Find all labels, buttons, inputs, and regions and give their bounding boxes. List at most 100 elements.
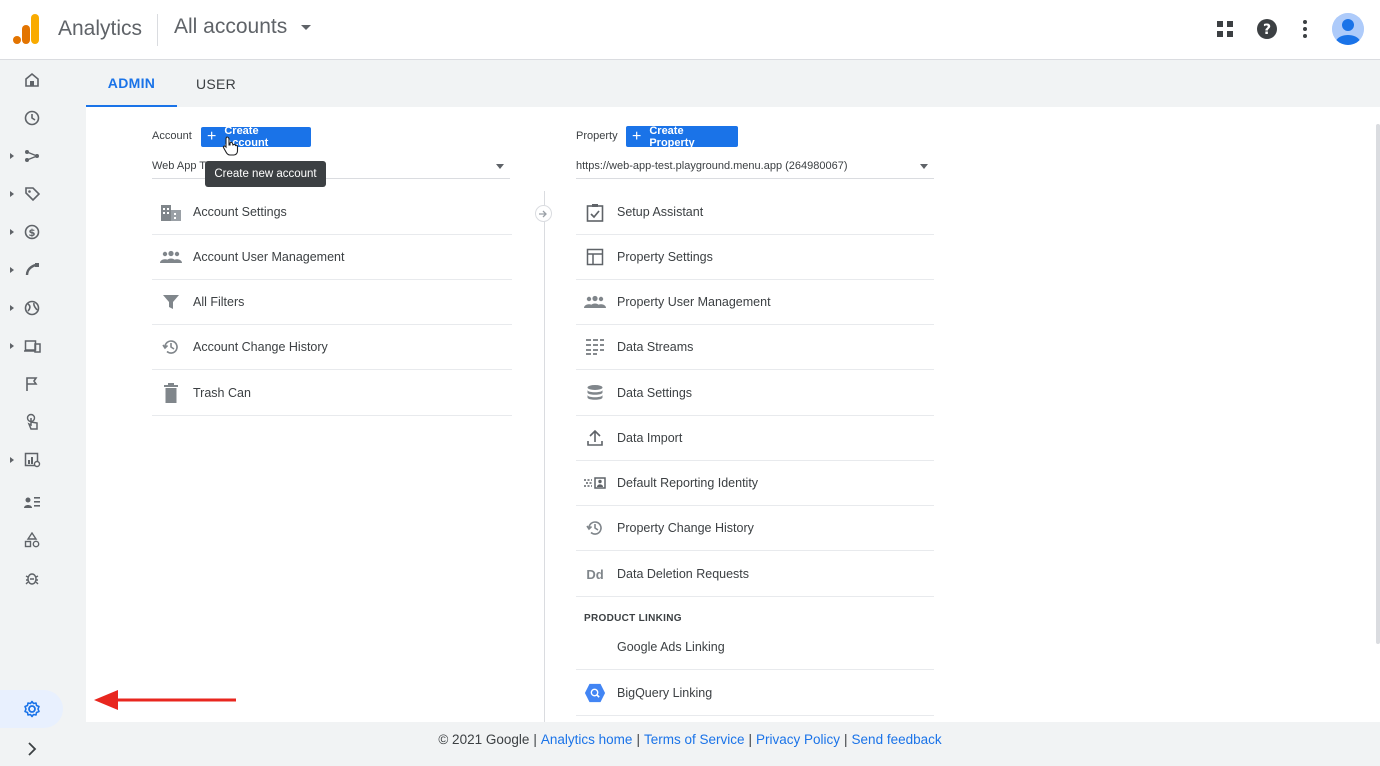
nav-audiences-list-icon[interactable] xyxy=(0,484,64,520)
header-divider xyxy=(157,14,158,46)
property-selector[interactable]: https://web-app-test.playground.menu.app… xyxy=(576,153,934,179)
caret-down-icon xyxy=(920,164,928,169)
data-settings-label: Data Settings xyxy=(617,386,693,400)
footer-link-feedback[interactable]: Send feedback xyxy=(852,732,942,747)
nav-monetization-icon[interactable]: $ xyxy=(0,214,64,250)
default-reporting-identity-item[interactable]: Default Reporting Identity xyxy=(576,461,934,506)
trash-can-item[interactable]: Trash Can xyxy=(152,371,512,416)
all-filters-item[interactable]: All Filters xyxy=(152,280,512,325)
data-import-item[interactable]: Data Import xyxy=(576,416,934,461)
create-property-label: Create Property xyxy=(649,124,695,149)
data-settings-item[interactable]: Data Settings xyxy=(576,371,934,416)
svg-text:$: $ xyxy=(29,228,36,239)
people-icon xyxy=(584,291,606,313)
property-change-history-item[interactable]: Property Change History xyxy=(576,506,934,551)
analytics-logo-icon xyxy=(13,14,39,44)
page-footer: © 2021 Google | Analytics home | Terms of Se… xyxy=(438,732,942,747)
property-column-label: Property xyxy=(576,130,618,142)
nav-retention-icon[interactable] xyxy=(0,252,64,288)
create-property-button[interactable]: + Create Property xyxy=(626,124,738,149)
tab-user[interactable]: USER xyxy=(177,60,255,107)
property-settings-item[interactable]: Property Settings xyxy=(576,235,934,280)
footer-copyright: © 2021 Google xyxy=(438,732,530,747)
footer-link-privacy[interactable]: Privacy Policy xyxy=(756,732,840,747)
nav-flag-icon[interactable] xyxy=(0,366,64,402)
account-switcher[interactable]: All accounts xyxy=(174,15,312,39)
setup-assistant-item[interactable]: Setup Assistant xyxy=(576,190,934,235)
bigquery-icon xyxy=(584,682,606,704)
bigquery-linking-item[interactable]: BigQuery Linking xyxy=(576,671,934,716)
building-icon xyxy=(160,201,182,223)
admin-tabs: ADMIN USER xyxy=(86,60,1380,107)
product-linking-heading: PRODUCT LINKING xyxy=(584,613,682,624)
help-icon[interactable]: ? xyxy=(1254,16,1280,42)
account-switcher-label: All accounts xyxy=(174,15,288,38)
account-avatar[interactable] xyxy=(1332,13,1364,45)
data-deletion-requests-item[interactable]: Dd Data Deletion Requests xyxy=(576,552,934,597)
svg-text:?: ? xyxy=(1263,22,1271,38)
property-selector-value: https://web-app-test.playground.menu.app… xyxy=(576,159,848,172)
nav-devices-icon[interactable] xyxy=(0,328,64,364)
database-icon xyxy=(584,382,606,404)
history-icon xyxy=(584,517,606,539)
nav-globe-icon[interactable] xyxy=(0,290,64,326)
google-ads-linking-label: Google Ads Linking xyxy=(617,640,725,654)
data-deletion-requests-label: Data Deletion Requests xyxy=(617,567,750,581)
nav-explore-icon[interactable] xyxy=(0,442,64,478)
footer-link-terms[interactable]: Terms of Service xyxy=(644,732,745,747)
all-filters-label: All Filters xyxy=(193,295,245,309)
nav-home-icon[interactable] xyxy=(0,62,64,98)
trash-can-label: Trash Can xyxy=(193,386,251,400)
property-change-history-label: Property Change History xyxy=(617,521,754,535)
hand-pointer-cursor-icon xyxy=(222,136,239,156)
data-streams-item[interactable]: Data Streams xyxy=(576,325,934,370)
nav-admin-gear-icon[interactable] xyxy=(0,690,63,728)
property-user-management-item[interactable]: Property User Management xyxy=(576,280,934,325)
account-change-history-label: Account Change History xyxy=(193,340,328,354)
upload-icon xyxy=(584,427,606,449)
filter-icon xyxy=(160,291,182,313)
default-reporting-identity-label: Default Reporting Identity xyxy=(617,476,759,490)
bigquery-linking-label: BigQuery Linking xyxy=(617,686,713,700)
layout-icon xyxy=(584,246,606,268)
caret-down-icon xyxy=(496,164,504,169)
nav-realtime-icon[interactable] xyxy=(0,100,64,136)
account-change-history-item[interactable]: Account Change History xyxy=(152,325,512,370)
more-vert-icon[interactable] xyxy=(1292,16,1318,42)
arrow-right-circle-icon xyxy=(535,205,552,222)
tab-admin[interactable]: ADMIN xyxy=(86,60,177,107)
nav-touch-icon[interactable] xyxy=(0,404,64,440)
streams-icon xyxy=(584,336,606,358)
content-scrollbar[interactable] xyxy=(1376,124,1380,644)
account-selector-value: Web App Te xyxy=(152,159,211,172)
property-user-management-label: Property User Management xyxy=(617,295,771,309)
apps-grid-icon[interactable] xyxy=(1212,16,1238,42)
data-import-label: Data Import xyxy=(617,431,683,445)
nav-audience-icon[interactable] xyxy=(0,138,64,174)
property-settings-label: Property Settings xyxy=(617,250,713,264)
checklist-icon xyxy=(584,201,606,223)
nav-tag-icon[interactable] xyxy=(0,176,64,212)
nav-shapes-icon[interactable] xyxy=(0,522,64,558)
setup-assistant-label: Setup Assistant xyxy=(617,205,704,219)
account-settings-item[interactable]: Account Settings xyxy=(152,190,512,235)
plus-icon: + xyxy=(632,127,642,145)
app-title: Analytics xyxy=(58,17,143,40)
red-annotation-arrow-icon xyxy=(94,690,236,710)
create-account-button[interactable]: + Create Account xyxy=(201,125,311,149)
identity-icon xyxy=(584,472,606,494)
google-ads-linking-item[interactable]: Google Ads Linking xyxy=(576,625,934,670)
account-settings-label: Account Settings xyxy=(193,205,287,219)
top-app-bar: Analytics All accounts ? xyxy=(0,0,1380,60)
plus-icon: + xyxy=(207,128,217,145)
footer-link-analytics-home[interactable]: Analytics home xyxy=(541,732,633,747)
column-divider xyxy=(544,191,545,722)
trash-icon xyxy=(160,382,182,404)
nav-debug-icon[interactable] xyxy=(0,560,64,596)
create-account-tooltip: Create new account xyxy=(205,161,326,187)
account-user-management-item[interactable]: Account User Management xyxy=(152,235,512,280)
people-icon xyxy=(160,246,182,268)
deletion-icon: Dd xyxy=(586,566,604,582)
history-icon xyxy=(160,336,182,358)
caret-down-icon xyxy=(301,24,312,30)
